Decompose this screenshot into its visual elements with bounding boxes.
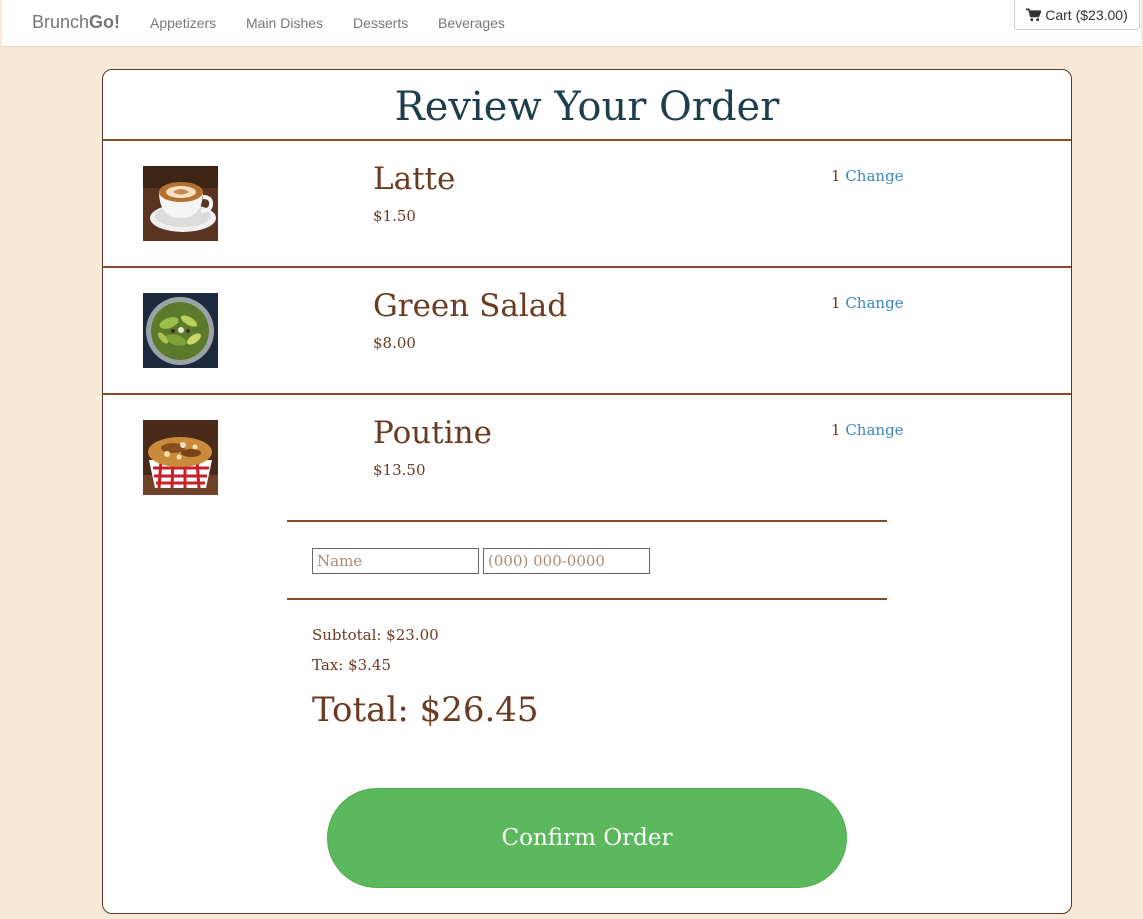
nav-link-main-dishes[interactable]: Main Dishes [246, 15, 323, 31]
item-name: Latte [373, 161, 456, 197]
item-name: Green Salad [373, 288, 568, 324]
top-navbar: BrunchGo! Appetizers Main Dishes Dessert… [2, 0, 1141, 47]
green-salad-photo [143, 293, 218, 368]
item-price: $1.50 [373, 207, 416, 225]
confirm-order-button[interactable]: Confirm Order [327, 788, 847, 888]
latte-photo [143, 166, 218, 241]
page-title: Review Your Order [394, 84, 780, 130]
total-text: Total: $26.45 [312, 690, 539, 730]
brand-logo[interactable]: BrunchGo! [32, 12, 120, 33]
change-quantity-link[interactable]: Change [845, 294, 903, 312]
poutine-photo [143, 420, 218, 495]
quantity-value: 1 [831, 294, 841, 312]
cart-button[interactable]: Cart ($23.00) [1014, 0, 1140, 30]
brand-prefix: Brunch [32, 12, 90, 32]
item-quantity: 1 Change [831, 421, 904, 439]
order-item-latte: Latte $1.50 1 Change [103, 141, 1071, 266]
tax-text: Tax: $3.45 [312, 656, 392, 674]
subtotal-text: Subtotal: $23.00 [312, 626, 439, 644]
change-quantity-link[interactable]: Change [845, 421, 903, 439]
item-quantity: 1 Change [831, 167, 904, 185]
change-quantity-link[interactable]: Change [845, 167, 903, 185]
contact-top-divider [287, 520, 887, 522]
phone-input[interactable] [483, 548, 650, 574]
brand-suffix: Go! [89, 12, 121, 32]
shopping-cart-icon [1026, 8, 1042, 21]
order-item-green-salad: Green Salad $8.00 1 Change [103, 268, 1071, 393]
item-price: $13.50 [373, 461, 426, 479]
quantity-value: 1 [831, 421, 841, 439]
item-quantity: 1 Change [831, 294, 904, 312]
contact-bottom-divider [287, 598, 887, 600]
order-review-card: Review Your Order Latte $1.50 1 Change G… [102, 69, 1072, 914]
order-item-poutine: Poutine $13.50 1 Change [103, 395, 1071, 520]
quantity-value: 1 [831, 167, 841, 185]
cart-label: Cart ($23.00) [1045, 6, 1128, 23]
item-name: Poutine [373, 415, 492, 451]
nav-link-appetizers[interactable]: Appetizers [150, 15, 216, 31]
item-price: $8.00 [373, 334, 416, 352]
nav-link-desserts[interactable]: Desserts [353, 15, 408, 31]
name-input[interactable] [312, 548, 479, 574]
nav-link-beverages[interactable]: Beverages [438, 15, 505, 31]
